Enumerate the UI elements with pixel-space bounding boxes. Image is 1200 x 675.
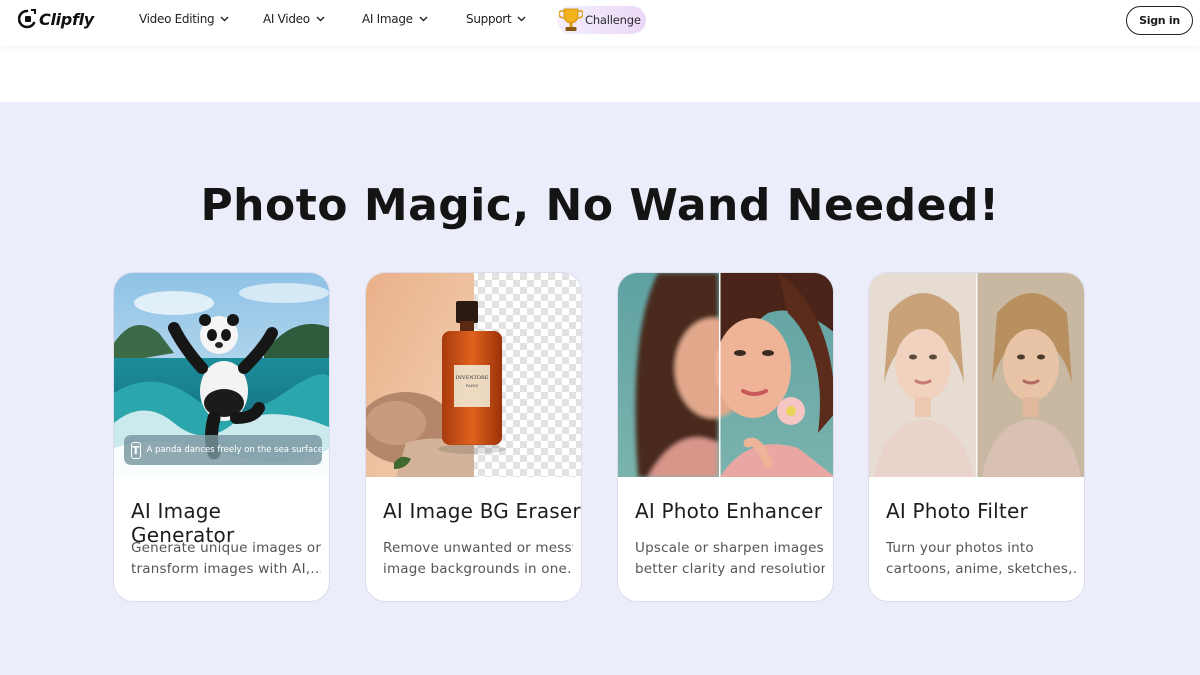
nav-label: AI Video xyxy=(263,12,310,26)
logo-text: Clipfly xyxy=(39,9,94,29)
card-desc-line: transform images with AI,… xyxy=(131,561,321,577)
nav-label: Video Editing xyxy=(139,12,215,26)
nav-ai-image[interactable]: AI Image xyxy=(362,12,428,26)
chevron-down-icon xyxy=(316,16,325,22)
chevron-down-icon xyxy=(517,16,526,22)
card-ai-image-bg-eraser[interactable]: INVENTORE PARIS AI Image BG Eraser Remov… xyxy=(365,272,582,602)
card-desc-line: Remove unwanted or messy xyxy=(383,540,573,556)
card-description: Turn your photos into cartoons, anime, s… xyxy=(886,538,1076,580)
card-image-portrait-enhance xyxy=(618,273,833,477)
card-description: Upscale or sharpen images to better clar… xyxy=(635,538,825,580)
prompt-chip: T A panda dances freely on the sea surfa… xyxy=(124,435,324,465)
nav-video-editing[interactable]: Video Editing xyxy=(139,12,229,26)
card-description: Generate unique images or transform imag… xyxy=(131,538,321,580)
card-title: AI Image BG Eraser xyxy=(383,499,581,523)
card-image-portrait-filter xyxy=(869,273,1084,477)
card-description: Remove unwanted or messy image backgroun… xyxy=(383,538,573,580)
bottle-label-sub: PARIS xyxy=(466,383,479,388)
nav-support[interactable]: Support xyxy=(466,12,526,26)
clipfly-logo[interactable]: Clipfly xyxy=(18,9,94,29)
challenge-label: Challenge xyxy=(585,13,641,27)
card-image-perfume: INVENTORE PARIS xyxy=(366,273,581,477)
prompt-text: A panda dances freely on the sea surface xyxy=(146,445,324,455)
card-image-panda: T A panda dances freely on the sea surfa… xyxy=(114,273,329,477)
chevron-down-icon xyxy=(220,16,229,22)
sign-in-button[interactable]: Sign in xyxy=(1126,6,1193,35)
card-ai-photo-filter[interactable]: AI Photo Filter Turn your photos into ca… xyxy=(868,272,1085,602)
card-title: AI Photo Enhancer xyxy=(635,499,823,523)
clipfly-logo-icon xyxy=(18,9,36,29)
card-desc-line: better clarity and resolution… xyxy=(635,561,825,577)
card-ai-photo-enhancer[interactable]: AI Photo Enhancer Upscale or sharpen ima… xyxy=(617,272,834,602)
card-desc-line: Turn your photos into xyxy=(886,540,1034,556)
card-ai-image-generator[interactable]: T A panda dances freely on the sea surfa… xyxy=(113,272,330,602)
section-headline: Photo Magic, No Wand Needed! xyxy=(200,180,1000,231)
chevron-down-icon xyxy=(419,16,428,22)
text-prompt-icon: T xyxy=(131,441,141,459)
challenge-button[interactable]: Challenge xyxy=(557,6,646,34)
trophy-icon xyxy=(559,8,583,31)
nav-label: Support xyxy=(466,12,512,26)
card-title: AI Photo Filter xyxy=(886,499,1028,523)
bottle-label-brand: INVENTORE xyxy=(456,375,489,381)
card-desc-line: cartoons, anime, sketches,… xyxy=(886,561,1076,577)
nav-ai-video[interactable]: AI Video xyxy=(263,12,325,26)
nav-label: AI Image xyxy=(362,12,413,26)
card-desc-line: Upscale or sharpen images to xyxy=(635,540,825,556)
card-desc-line: image backgrounds in one… xyxy=(383,561,573,577)
top-nav-bar: Clipfly Video Editing AI Video AI Image … xyxy=(0,0,1200,46)
card-desc-line: Generate unique images or xyxy=(131,540,321,556)
